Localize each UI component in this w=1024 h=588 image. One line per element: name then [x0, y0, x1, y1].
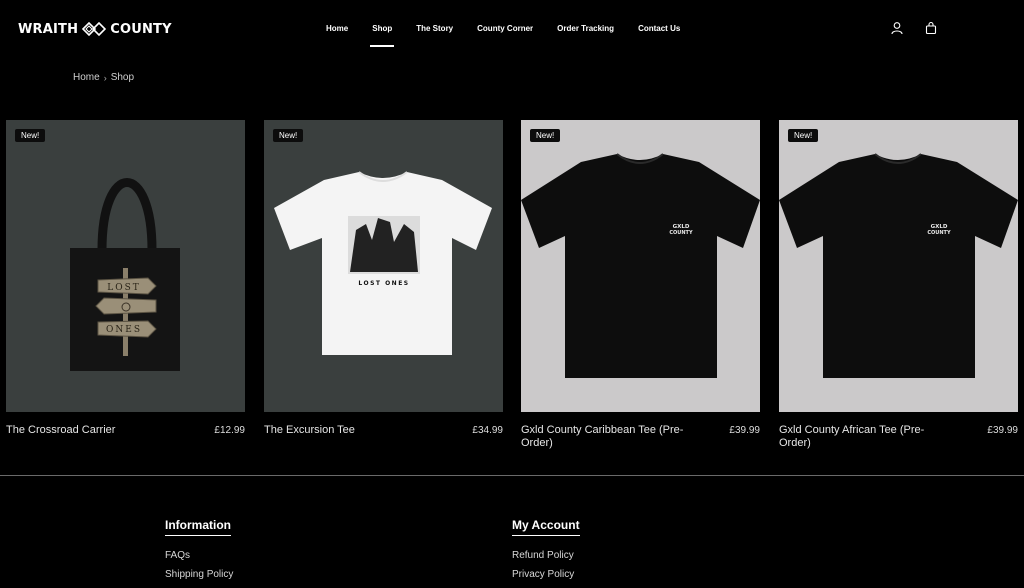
footer-divider	[0, 475, 1024, 476]
product-price: £39.99	[729, 425, 760, 436]
excursion-print-text: LOST ONES	[358, 280, 409, 287]
brand-name-right: COUNTY	[110, 21, 172, 37]
product-name[interactable]: The Crossroad Carrier	[6, 424, 115, 437]
new-badge: New!	[15, 129, 46, 142]
product-name[interactable]: The Excursion Tee	[264, 424, 355, 437]
footer-link-faqs[interactable]: FAQs	[165, 550, 233, 561]
nav-contact-us[interactable]: Contact Us	[638, 20, 680, 37]
footer-heading-my-account: My Account	[512, 518, 580, 536]
breadcrumb-separator: ›	[103, 72, 107, 83]
product-info: Gxld County African Tee (Pre-Order) £39.…	[779, 424, 1018, 450]
nav-county-corner[interactable]: County Corner	[477, 20, 533, 37]
tee-logo-bottom: COUNTY	[669, 230, 693, 236]
black-tshirt-image: GXLD COUNTY	[521, 153, 760, 378]
user-icon[interactable]	[890, 21, 904, 35]
nav-home[interactable]: Home	[326, 20, 348, 37]
product-image-excursion-tee[interactable]: LOST ONES New!	[264, 120, 503, 412]
brand-name-left: WRAITH	[18, 21, 79, 37]
nav-order-tracking[interactable]: Order Tracking	[557, 20, 614, 37]
tee-logo-bottom: COUNTY	[927, 230, 951, 236]
logo-mark-icon	[82, 22, 107, 36]
main-nav: Home Shop The Story County Corner Order …	[326, 20, 680, 47]
product-card[interactable]: LOST ONES New! The Crossroad Carrier £12…	[6, 120, 245, 437]
white-tshirt-image: LOST ONES	[274, 171, 492, 355]
footer-link-refund-policy[interactable]: Refund Policy	[512, 550, 580, 561]
product-price: £39.99	[987, 425, 1018, 436]
product-price: £12.99	[214, 425, 245, 436]
footer-links: Refund Policy Privacy Policy	[512, 550, 580, 580]
product-name[interactable]: Gxld County Caribbean Tee (Pre-Order)	[521, 424, 691, 450]
product-price: £34.99	[472, 425, 503, 436]
header-actions	[890, 21, 938, 35]
breadcrumb-home[interactable]: Home	[73, 72, 100, 83]
breadcrumb: Home › Shop	[73, 72, 134, 83]
tote-sign-lost: LOST	[107, 283, 141, 293]
product-name[interactable]: Gxld County African Tee (Pre-Order)	[779, 424, 949, 450]
footer-my-account: My Account Refund Policy Privacy Policy	[512, 516, 580, 588]
product-info: The Excursion Tee £34.99	[264, 424, 503, 437]
new-badge: New!	[530, 129, 561, 142]
footer-heading-information: Information	[165, 518, 231, 536]
product-info: Gxld County Caribbean Tee (Pre-Order) £3…	[521, 424, 760, 450]
brand-logo[interactable]: WRAITH COUNTY	[18, 20, 172, 38]
tote-sign-ones: ONES	[106, 325, 142, 335]
product-image-tote[interactable]: LOST ONES New!	[6, 120, 245, 412]
product-card[interactable]: LOST ONES New! The Excursion Tee £34.99	[264, 120, 503, 437]
product-image-caribbean-tee[interactable]: GXLD COUNTY New!	[521, 120, 760, 412]
footer-links: FAQs Shipping Policy	[165, 550, 233, 580]
nav-shop[interactable]: Shop	[370, 20, 395, 47]
footer-link-shipping-policy[interactable]: Shipping Policy	[165, 569, 233, 580]
new-badge: New!	[788, 129, 819, 142]
site-header: WRAITH COUNTY Home Shop The Story County…	[0, 0, 1024, 58]
nav-the-story[interactable]: The Story	[416, 20, 453, 37]
footer-information: Information FAQs Shipping Policy	[165, 516, 233, 588]
product-card[interactable]: GXLD COUNTY New! Gxld County African Tee…	[779, 120, 1018, 450]
product-info: The Crossroad Carrier £12.99	[6, 424, 245, 437]
breadcrumb-current: Shop	[110, 72, 135, 83]
bag-icon[interactable]	[924, 21, 938, 35]
black-tshirt-image: GXLD COUNTY	[779, 153, 1018, 378]
footer-link-privacy-policy[interactable]: Privacy Policy	[512, 569, 580, 580]
tote-bag-image: LOST ONES	[70, 178, 180, 371]
new-badge: New!	[273, 129, 304, 142]
product-image-african-tee[interactable]: GXLD COUNTY New!	[779, 120, 1018, 412]
product-card[interactable]: GXLD COUNTY New! Gxld County Caribbean T…	[521, 120, 760, 450]
